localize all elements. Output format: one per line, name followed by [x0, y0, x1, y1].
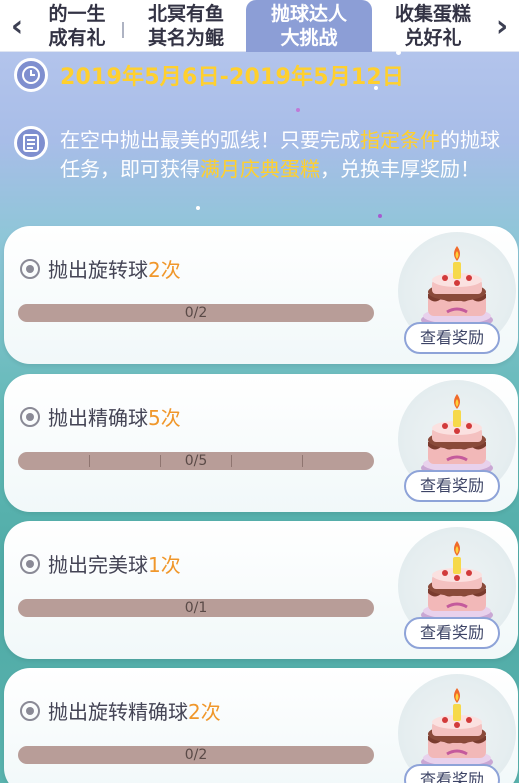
tab-label-line1: 抛球达人 [270, 3, 347, 25]
cake-icon [412, 242, 502, 334]
view-reward-button[interactable]: 查看奖励 [404, 617, 500, 649]
task-label: 抛出完美球 [48, 553, 148, 577]
task-title: 抛出旋转球 2次 [20, 254, 181, 283]
task-title: 抛出完美球 1次 [20, 549, 181, 578]
task-title: 抛出精确球 5次 [20, 402, 181, 431]
task-count: 1次 [148, 553, 181, 577]
task-label: 抛出旋转精确球 [48, 700, 188, 724]
progress-bar: 0/2 [18, 304, 374, 322]
cake-icon [412, 537, 502, 629]
view-reward-button[interactable]: 查看奖励 [404, 470, 500, 502]
event-date-row: 2019年5月6日-2019年5月12日 [14, 56, 404, 94]
tab-label-line2: 成有礼 [48, 27, 106, 49]
desc-highlight-cake: 满月庆典蛋糕 [200, 157, 320, 181]
desc-highlight-condition: 指定条件 [360, 128, 440, 152]
view-reward-button[interactable]: 查看奖励 [404, 764, 500, 783]
document-icon [14, 126, 48, 160]
task-card: 抛出完美球 1次 0/1 查看奖励 [4, 521, 518, 659]
chevron-right-icon[interactable]: › [485, 0, 519, 52]
task-card: 抛出旋转精确球 2次 0/2 查看奖励 [4, 668, 518, 783]
progress-bar: 0/1 [18, 599, 374, 617]
desc-text-3: ，兑换丰厚奖励！ [320, 157, 480, 181]
tab-divider [122, 22, 124, 38]
target-icon [20, 258, 40, 279]
desc-text-1: 在空中抛出最美的弧线！只要完成 [60, 128, 360, 152]
task-count: 2次 [188, 700, 221, 724]
clock-icon [14, 58, 48, 92]
task-count: 5次 [148, 406, 181, 430]
sparkle-decoration [396, 50, 401, 55]
tab-label-line2: 大挑战 [280, 27, 338, 49]
progress-text: 0/2 [184, 305, 208, 321]
cake-icon [412, 390, 502, 482]
progress-text: 0/1 [184, 600, 208, 616]
tab-throw-challenge[interactable]: 抛球达人 大挑战 [246, 0, 372, 52]
chevron-left-icon[interactable]: ‹ [0, 0, 34, 52]
event-description: 在空中抛出最美的弧线！只要完成指定条件的抛球任务，即可获得满月庆典蛋糕，兑换丰厚… [60, 126, 500, 184]
task-card: 抛出旋转球 2次 0/2 查看奖励 [4, 226, 518, 364]
tab-label-line2: 兑好礼 [404, 27, 462, 49]
task-label: 抛出旋转球 [48, 258, 148, 282]
target-icon [20, 700, 40, 721]
sparkle-decoration [196, 206, 200, 210]
sparkle-decoration [378, 214, 382, 218]
tab-label-line1: 北冥有鱼 [147, 3, 224, 25]
tab-collect-cake[interactable]: 收集蛋糕 兑好礼 [380, 0, 486, 52]
sparkle-decoration [296, 108, 300, 112]
task-label: 抛出精确球 [48, 406, 148, 430]
progress-text: 0/2 [184, 747, 208, 763]
task-title: 抛出旋转精确球 2次 [20, 696, 221, 725]
target-icon [20, 406, 40, 427]
task-count: 2次 [148, 258, 181, 282]
event-date-range: 2019年5月6日-2019年5月12日 [60, 65, 405, 90]
target-icon [20, 553, 40, 574]
tab-bar: ‹ 的一生 成有礼 北冥有鱼 其名为鲲 抛球达人 大挑战 收集蛋糕 兑好礼 › [0, 0, 519, 52]
tab-label-line1: 收集蛋糕 [394, 3, 471, 25]
task-card: 抛出精确球 5次 0/5 查看奖励 [4, 374, 518, 512]
progress-bar: 0/2 [18, 746, 374, 764]
tab-growth[interactable]: 的一生 成有礼 [34, 0, 120, 52]
cake-icon [412, 684, 502, 776]
tab-kun[interactable]: 北冥有鱼 其名为鲲 [130, 0, 242, 52]
view-reward-button[interactable]: 查看奖励 [404, 322, 500, 354]
progress-text: 0/5 [184, 453, 208, 469]
event-description-row: 在空中抛出最美的弧线！只要完成指定条件的抛球任务，即可获得满月庆典蛋糕，兑换丰厚… [14, 126, 509, 184]
tab-label-line1: 的一生 [48, 3, 106, 25]
tab-label-line2: 其名为鲲 [147, 27, 224, 49]
progress-bar: 0/5 [18, 452, 374, 470]
